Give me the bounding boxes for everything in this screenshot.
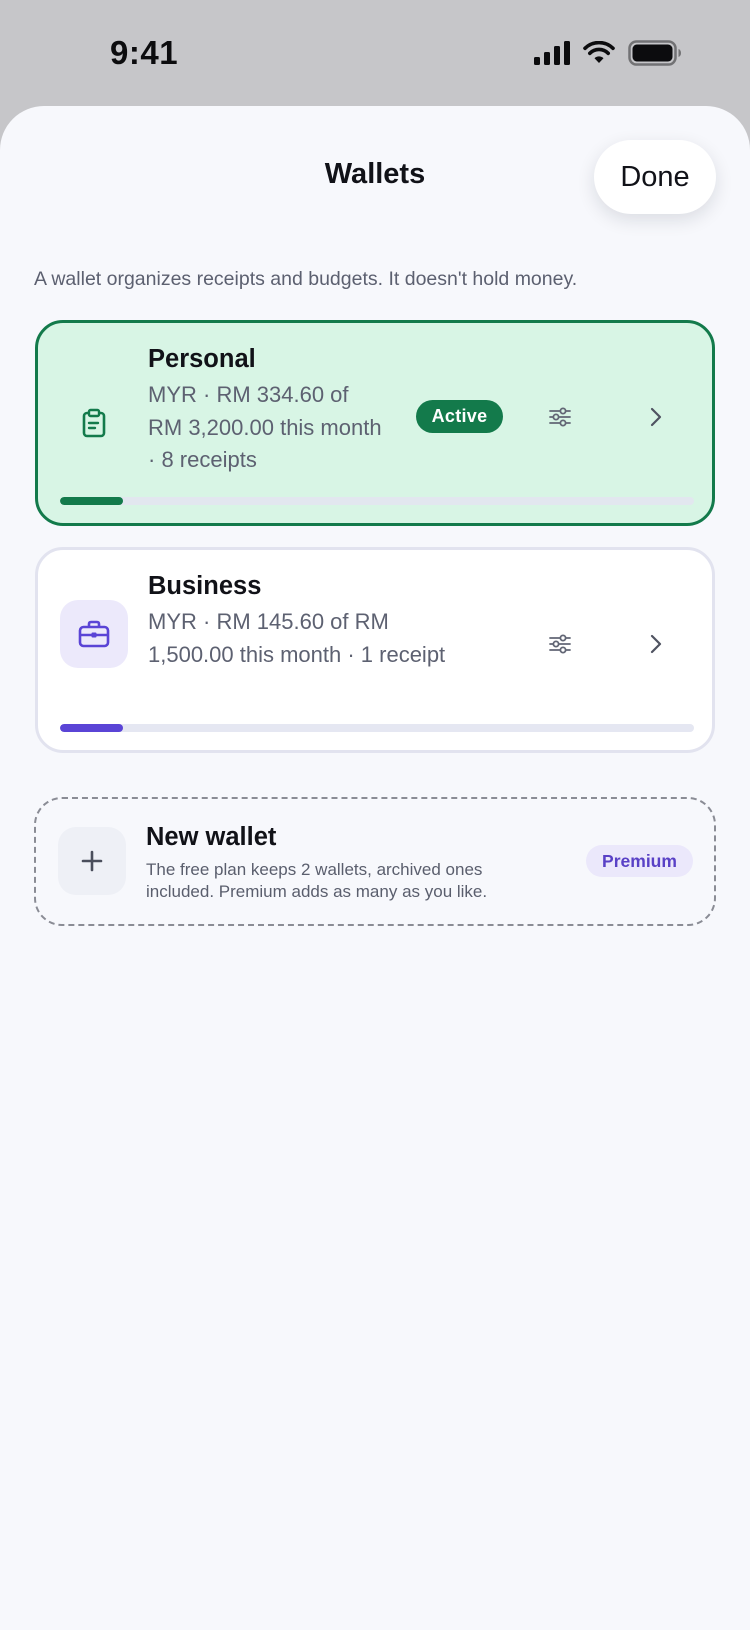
- new-wallet-card[interactable]: New wallet The free plan keeps 2 wallets…: [34, 797, 716, 926]
- wallet-detail: MYR · RM 334.60 of RM 3,200.00 this mont…: [148, 382, 382, 472]
- wallet-detail: MYR · RM 145.60 of RM 1,500.00 this mont…: [148, 609, 446, 667]
- chevron-right-icon[interactable]: [642, 630, 670, 658]
- new-wallet-description: The free plan keeps 2 wallets, archived …: [146, 860, 488, 901]
- cellular-signal-icon: [534, 41, 570, 65]
- budget-progress-track: [60, 497, 694, 505]
- clipboard-icon: [82, 408, 106, 438]
- new-wallet-title: New wallet: [146, 823, 277, 851]
- wallet-icon-container: [60, 600, 128, 668]
- status-icons: [534, 40, 682, 66]
- intro-text: A wallet organizes receipts and budgets.…: [34, 268, 578, 290]
- new-wallet-icon-container: [58, 827, 126, 895]
- wallet-name: Business: [148, 572, 262, 600]
- wifi-icon: [583, 41, 615, 63]
- chevron-right-icon[interactable]: [642, 403, 670, 431]
- status-time: 9:41: [110, 34, 179, 71]
- done-button[interactable]: Done: [594, 140, 716, 214]
- wallet-settings-icon[interactable]: [546, 403, 574, 431]
- status-bar: 9:41: [0, 0, 750, 106]
- budget-progress-track: [60, 724, 694, 732]
- premium-badge: Premium: [586, 845, 693, 877]
- briefcase-icon: [78, 620, 110, 648]
- battery-icon: [628, 40, 681, 66]
- plus-icon: [81, 850, 103, 872]
- wallets-sheet: Wallets Done A wallet organizes receipts…: [0, 106, 750, 1630]
- wallet-card-personal[interactable]: Personal MYR · RM 334.60 of RM 3,200.00 …: [35, 320, 715, 526]
- wallet-name: Personal: [148, 345, 256, 373]
- wallet-card-business[interactable]: Business MYR · RM 145.60 of RM 1,500.00 …: [35, 547, 715, 753]
- budget-progress-fill: [60, 497, 124, 505]
- active-badge: Active: [416, 400, 503, 433]
- wallet-icon-container: [60, 389, 128, 457]
- budget-progress-fill: [60, 724, 124, 732]
- wallet-settings-icon[interactable]: [546, 630, 574, 658]
